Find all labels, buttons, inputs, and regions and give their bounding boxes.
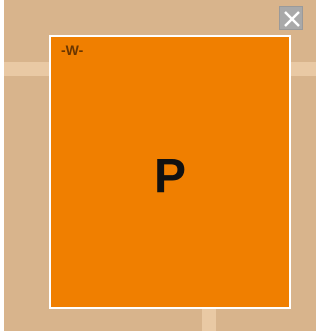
letter-tile[interactable]: -W- P xyxy=(49,35,291,309)
tile-letter: P xyxy=(153,150,186,203)
close-icon xyxy=(284,11,300,27)
tile-tag: -W- xyxy=(61,42,84,58)
close-button[interactable] xyxy=(279,6,303,30)
game-board: -W- P xyxy=(4,0,316,331)
